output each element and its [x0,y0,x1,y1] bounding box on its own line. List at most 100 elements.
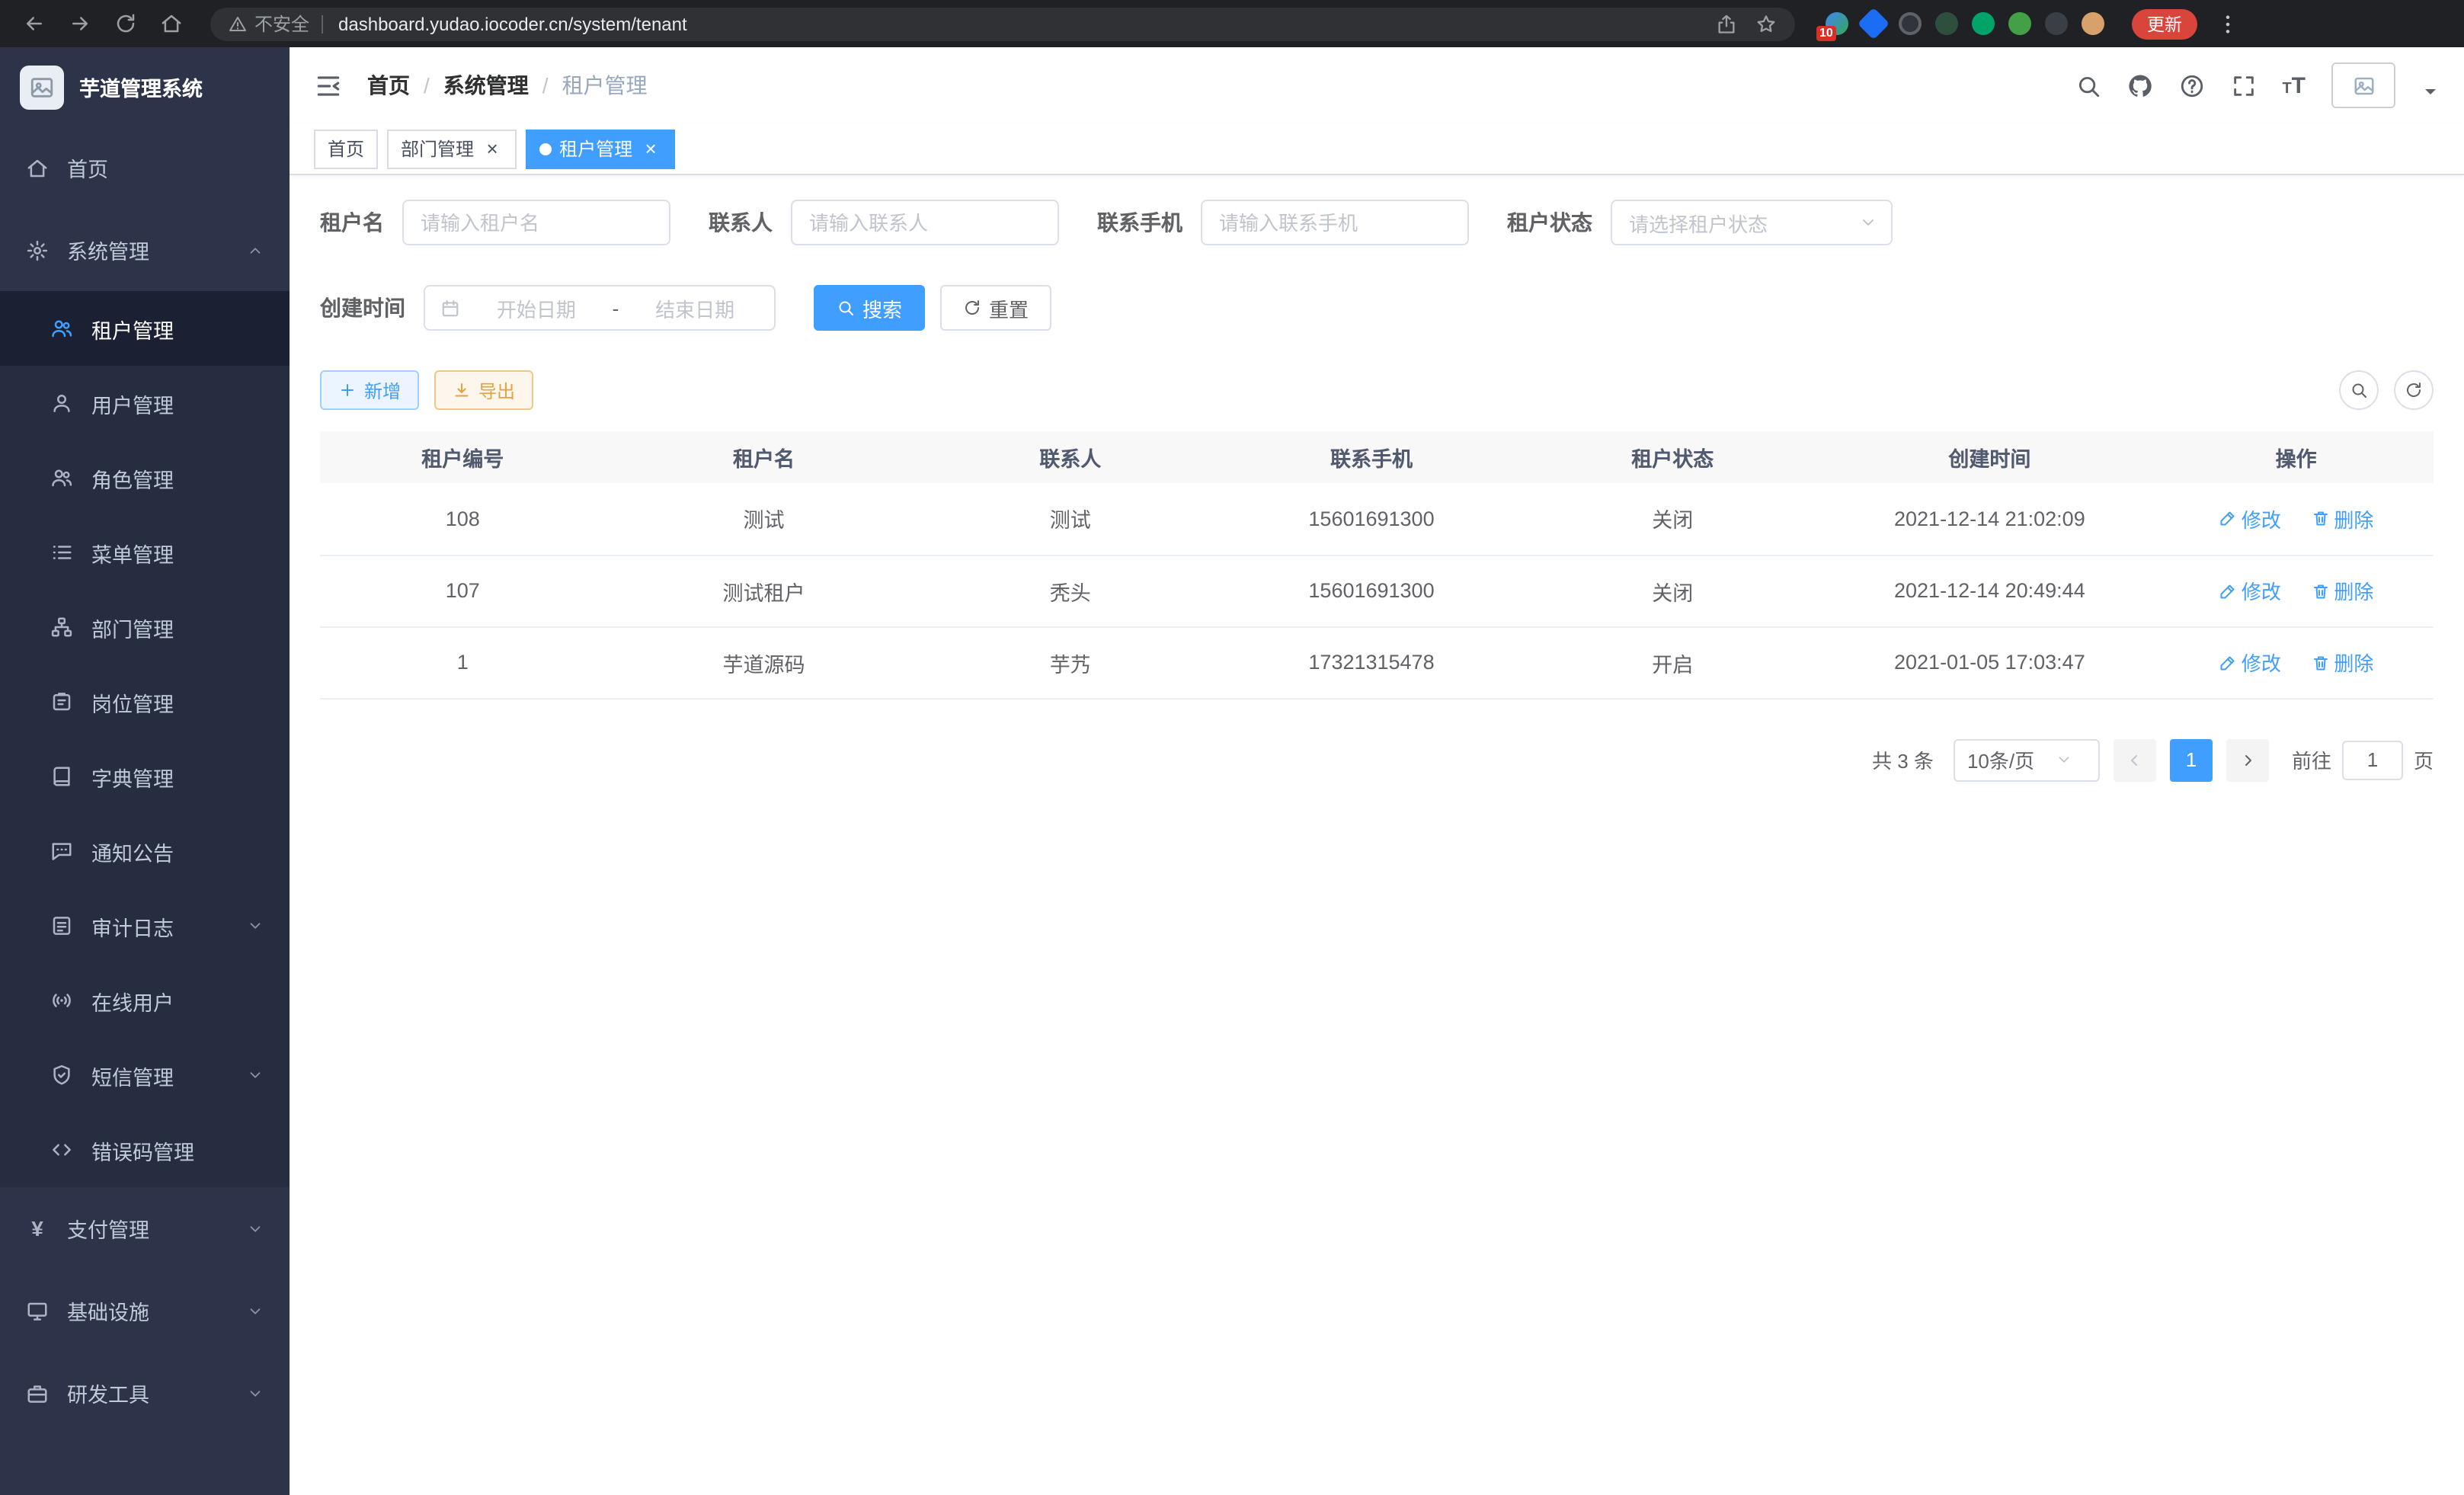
delete-link[interactable]: 删除 [2311,648,2373,677]
export-button-label: 导出 [478,377,515,403]
browser-back-button[interactable] [15,5,52,42]
help-icon[interactable] [2178,72,2204,98]
sidebar-collapse-icon[interactable] [314,71,343,100]
delete-link[interactable]: 删除 [2311,576,2373,605]
github-icon[interactable] [2126,72,2152,98]
search-button[interactable]: 搜索 [814,285,925,331]
download-icon [453,381,471,399]
edit-link[interactable]: 修改 [2219,504,2281,533]
filter-label: 创建时间 [320,293,405,323]
export-button[interactable]: 导出 [434,370,533,410]
browser-update-button[interactable]: 更新 [2132,8,2197,39]
sidebar-item-posts[interactable]: 岗位管理 [0,664,290,739]
sidebar-item-infra[interactable]: 基础设施 [0,1269,290,1352]
extension-icon[interactable] [2008,12,2031,35]
tenant-name-input[interactable] [402,200,670,245]
sidebar-item-online-users[interactable]: 在线用户 [0,963,290,1038]
table-row: 1 芋道源码 芋艿 17321315478 开启 2021-01-05 17:0… [320,626,2434,698]
sidebar-item-payment[interactable]: ¥ 支付管理 [0,1187,290,1269]
sidebar-item-users[interactable]: 用户管理 [0,366,290,440]
sidebar-item-audit-log[interactable]: 审计日志 [0,888,290,963]
prev-page-button[interactable] [2114,738,2156,781]
extension-icon[interactable]: 10 [1826,12,1848,35]
filter-actions: 搜索 重置 [814,285,1051,331]
sidebar-item-system[interactable]: 系统管理 [0,209,290,291]
home-icon [26,156,49,179]
sidebar-item-devtools[interactable]: 研发工具 [0,1352,290,1434]
browser-menu-icon[interactable] [2216,11,2240,36]
browser-home-button[interactable] [152,5,189,42]
yen-icon: ¥ [26,1216,49,1240]
sidebar-item-label: 研发工具 [67,1378,149,1408]
cell-phone: 15601691300 [1218,555,1525,626]
sidebar-item-menus[interactable]: 菜单管理 [0,515,290,590]
filter-phone: 联系手机 [1097,200,1469,245]
extension-icon[interactable] [2045,12,2068,35]
page-size-select[interactable]: 10条/页 [1954,738,2100,781]
sidebar-item-label: 首页 [67,152,108,183]
refresh-icon [2405,381,2423,399]
sidebar-item-sms[interactable]: 短信管理 [0,1038,290,1112]
phone-input[interactable] [1201,200,1469,245]
chevron-down-icon [2056,751,2072,768]
page-number-button[interactable]: 1 [2170,738,2213,781]
browser-forward-button[interactable] [61,5,98,42]
extension-badge: 10 [1816,26,1836,41]
delete-link[interactable]: 删除 [2311,504,2373,533]
chevron-right-icon [2238,751,2257,769]
table-row: 108 测试 测试 15601691300 关闭 2021-12-14 21:0… [320,483,2434,555]
fullscreen-icon[interactable] [2230,72,2256,98]
extension-icon[interactable] [1858,8,1890,40]
extension-icon[interactable] [1972,12,1995,35]
end-date-placeholder: 结束日期 [631,293,759,322]
edit-link[interactable]: 修改 [2219,648,2281,677]
tab-home[interactable]: 首页 [314,129,378,168]
breadcrumb-item[interactable]: 系统管理 [443,70,529,101]
tab-departments[interactable]: 部门管理 × [387,129,517,168]
sidebar-item-dict[interactable]: 字典管理 [0,739,290,814]
bookmark-star-icon[interactable] [1755,13,1777,34]
logo-avatar [20,65,64,109]
share-icon[interactable] [1716,13,1737,34]
sidebar-item-roles[interactable]: 角色管理 [0,440,290,515]
browser-reload-button[interactable] [107,5,143,42]
filter-label: 联系手机 [1097,207,1182,238]
sidebar-item-label: 菜单管理 [91,537,174,568]
extension-icon[interactable] [1899,12,1922,35]
user-avatar[interactable] [2331,62,2395,108]
add-button[interactable]: 新增 [320,370,419,410]
close-icon[interactable]: × [640,138,661,159]
refresh-table-button[interactable] [2394,370,2434,410]
search-icon[interactable] [2075,72,2101,98]
sidebar-item-error-code[interactable]: 错误码管理 [0,1112,290,1187]
sidebar-item-label: 错误码管理 [91,1135,194,1165]
extension-icon[interactable] [1935,12,1958,35]
sidebar-item-home[interactable]: 首页 [0,126,290,209]
tab-tenant[interactable]: 租户管理 × [526,129,675,168]
close-icon[interactable]: × [482,138,503,159]
profile-avatar-icon[interactable] [2082,12,2104,35]
menu-list-icon [50,541,73,564]
sidebar-item-tenant[interactable]: 租户管理 [0,291,290,366]
next-page-button[interactable] [2226,738,2269,781]
tab-label: 租户管理 [559,136,632,162]
navbar: 首页 / 系统管理 / 租户管理 TT [290,47,2464,123]
trash-icon [2311,581,2329,600]
app-logo[interactable]: 芋道管理系统 [0,47,290,126]
status-select[interactable]: 请选择租户状态 [1611,200,1893,245]
date-range-picker[interactable]: 开始日期 - 结束日期 [424,285,776,331]
goto-page-input[interactable] [2342,740,2403,780]
sidebar-item-notice[interactable]: 通知公告 [0,814,290,888]
reset-button[interactable]: 重置 [940,285,1051,331]
chevron-up-icon [247,242,264,258]
font-size-icon[interactable]: TT [2282,74,2306,97]
edit-link[interactable]: 修改 [2219,576,2281,605]
address-divider [322,14,323,33]
avatar-dropdown-caret-icon[interactable] [2421,82,2440,101]
sidebar-item-departments[interactable]: 部门管理 [0,590,290,664]
contact-input[interactable] [791,200,1059,245]
page-size-value: 10条/页 [1967,745,2034,774]
address-bar[interactable]: 不安全 dashboard.yudao.iocoder.cn/system/te… [210,7,1795,40]
toggle-search-button[interactable] [2339,370,2379,410]
breadcrumb-item[interactable]: 首页 [367,70,410,101]
